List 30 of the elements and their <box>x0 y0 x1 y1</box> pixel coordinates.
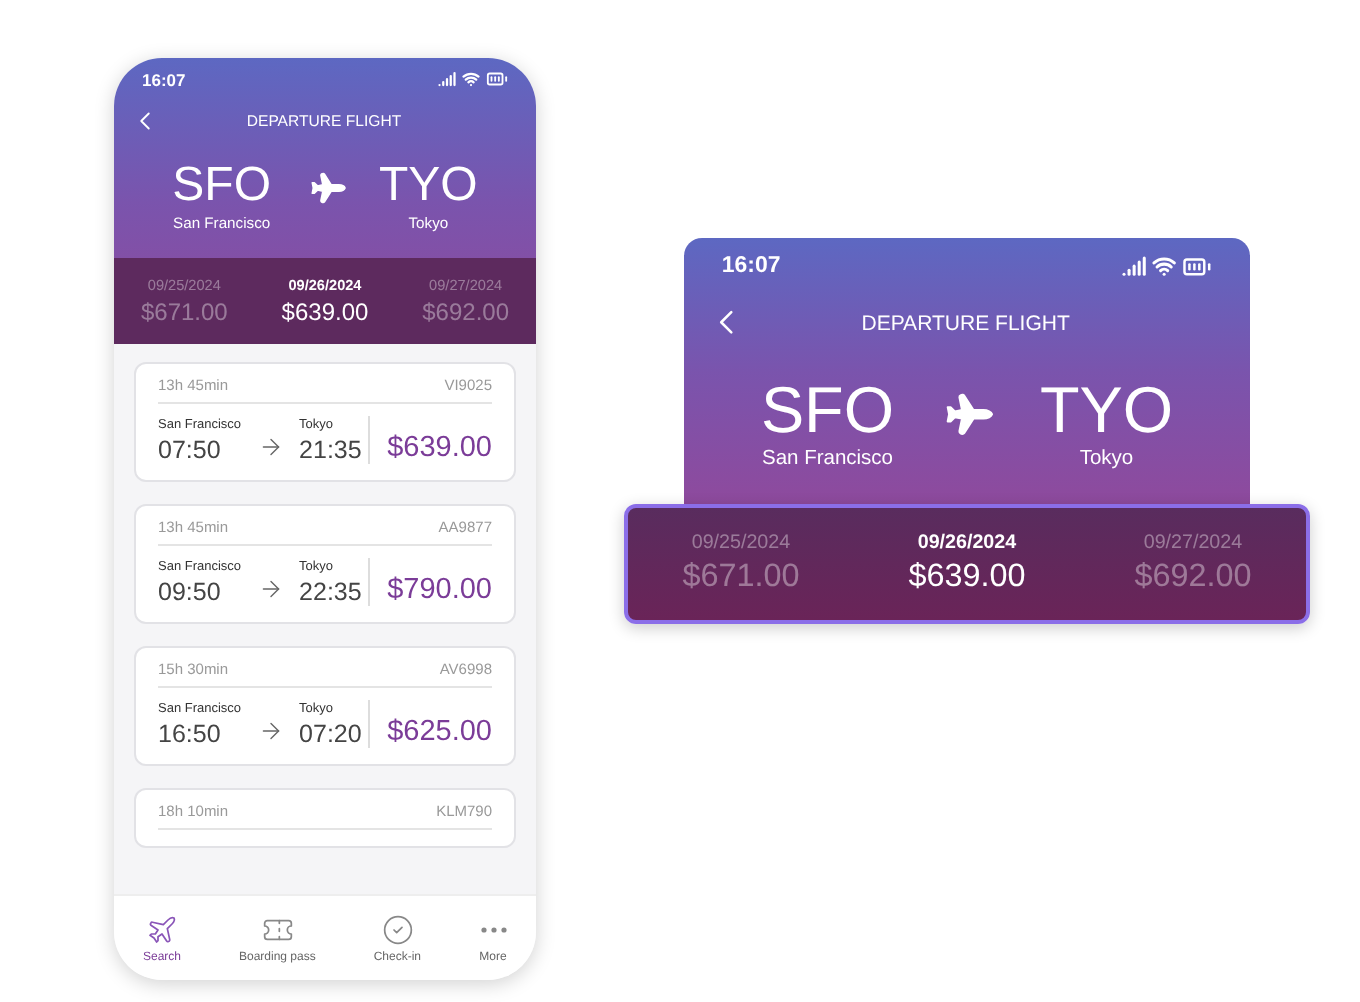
airport-code: SFO <box>172 162 271 210</box>
signal-icon <box>438 70 456 88</box>
arrow-right-icon <box>257 434 284 460</box>
check-circle-icon <box>381 913 414 945</box>
arrow-right-icon <box>257 718 284 744</box>
battery-icon <box>486 68 508 90</box>
airport-code: TYO <box>1039 378 1174 444</box>
flight-price: $625.00 <box>387 716 492 748</box>
more-icon <box>479 925 507 933</box>
city-name: Tokyo <box>1079 447 1134 470</box>
airport-code: TYO <box>379 162 478 210</box>
departure-time: 09:50 <box>158 578 223 606</box>
date-option[interactable]: 09/26/2024 $639.00 <box>908 532 1026 597</box>
wifi-icon <box>462 70 480 88</box>
status-time: 16:07 <box>142 69 186 89</box>
arrival-time: 22:35 <box>299 578 362 606</box>
signal-icon <box>1121 254 1147 279</box>
arrow-right-icon <box>257 576 284 602</box>
status-time: 16:07 <box>721 254 781 279</box>
arrival-time: 07:20 <box>299 720 362 748</box>
wifi-icon <box>1152 254 1177 279</box>
departure-time: 07:50 <box>158 436 223 464</box>
flight-price: $790.00 <box>387 574 492 606</box>
city-name: San Francisco <box>761 447 893 470</box>
plane-icon <box>145 913 178 945</box>
screen-title: DEPARTURE FLIGHT <box>859 311 1072 336</box>
flight-price: $639.00 <box>387 432 492 464</box>
arrival-time: 21:35 <box>299 436 362 464</box>
departure-time: 16:50 <box>158 720 223 748</box>
airport-code: SFO <box>760 378 895 444</box>
